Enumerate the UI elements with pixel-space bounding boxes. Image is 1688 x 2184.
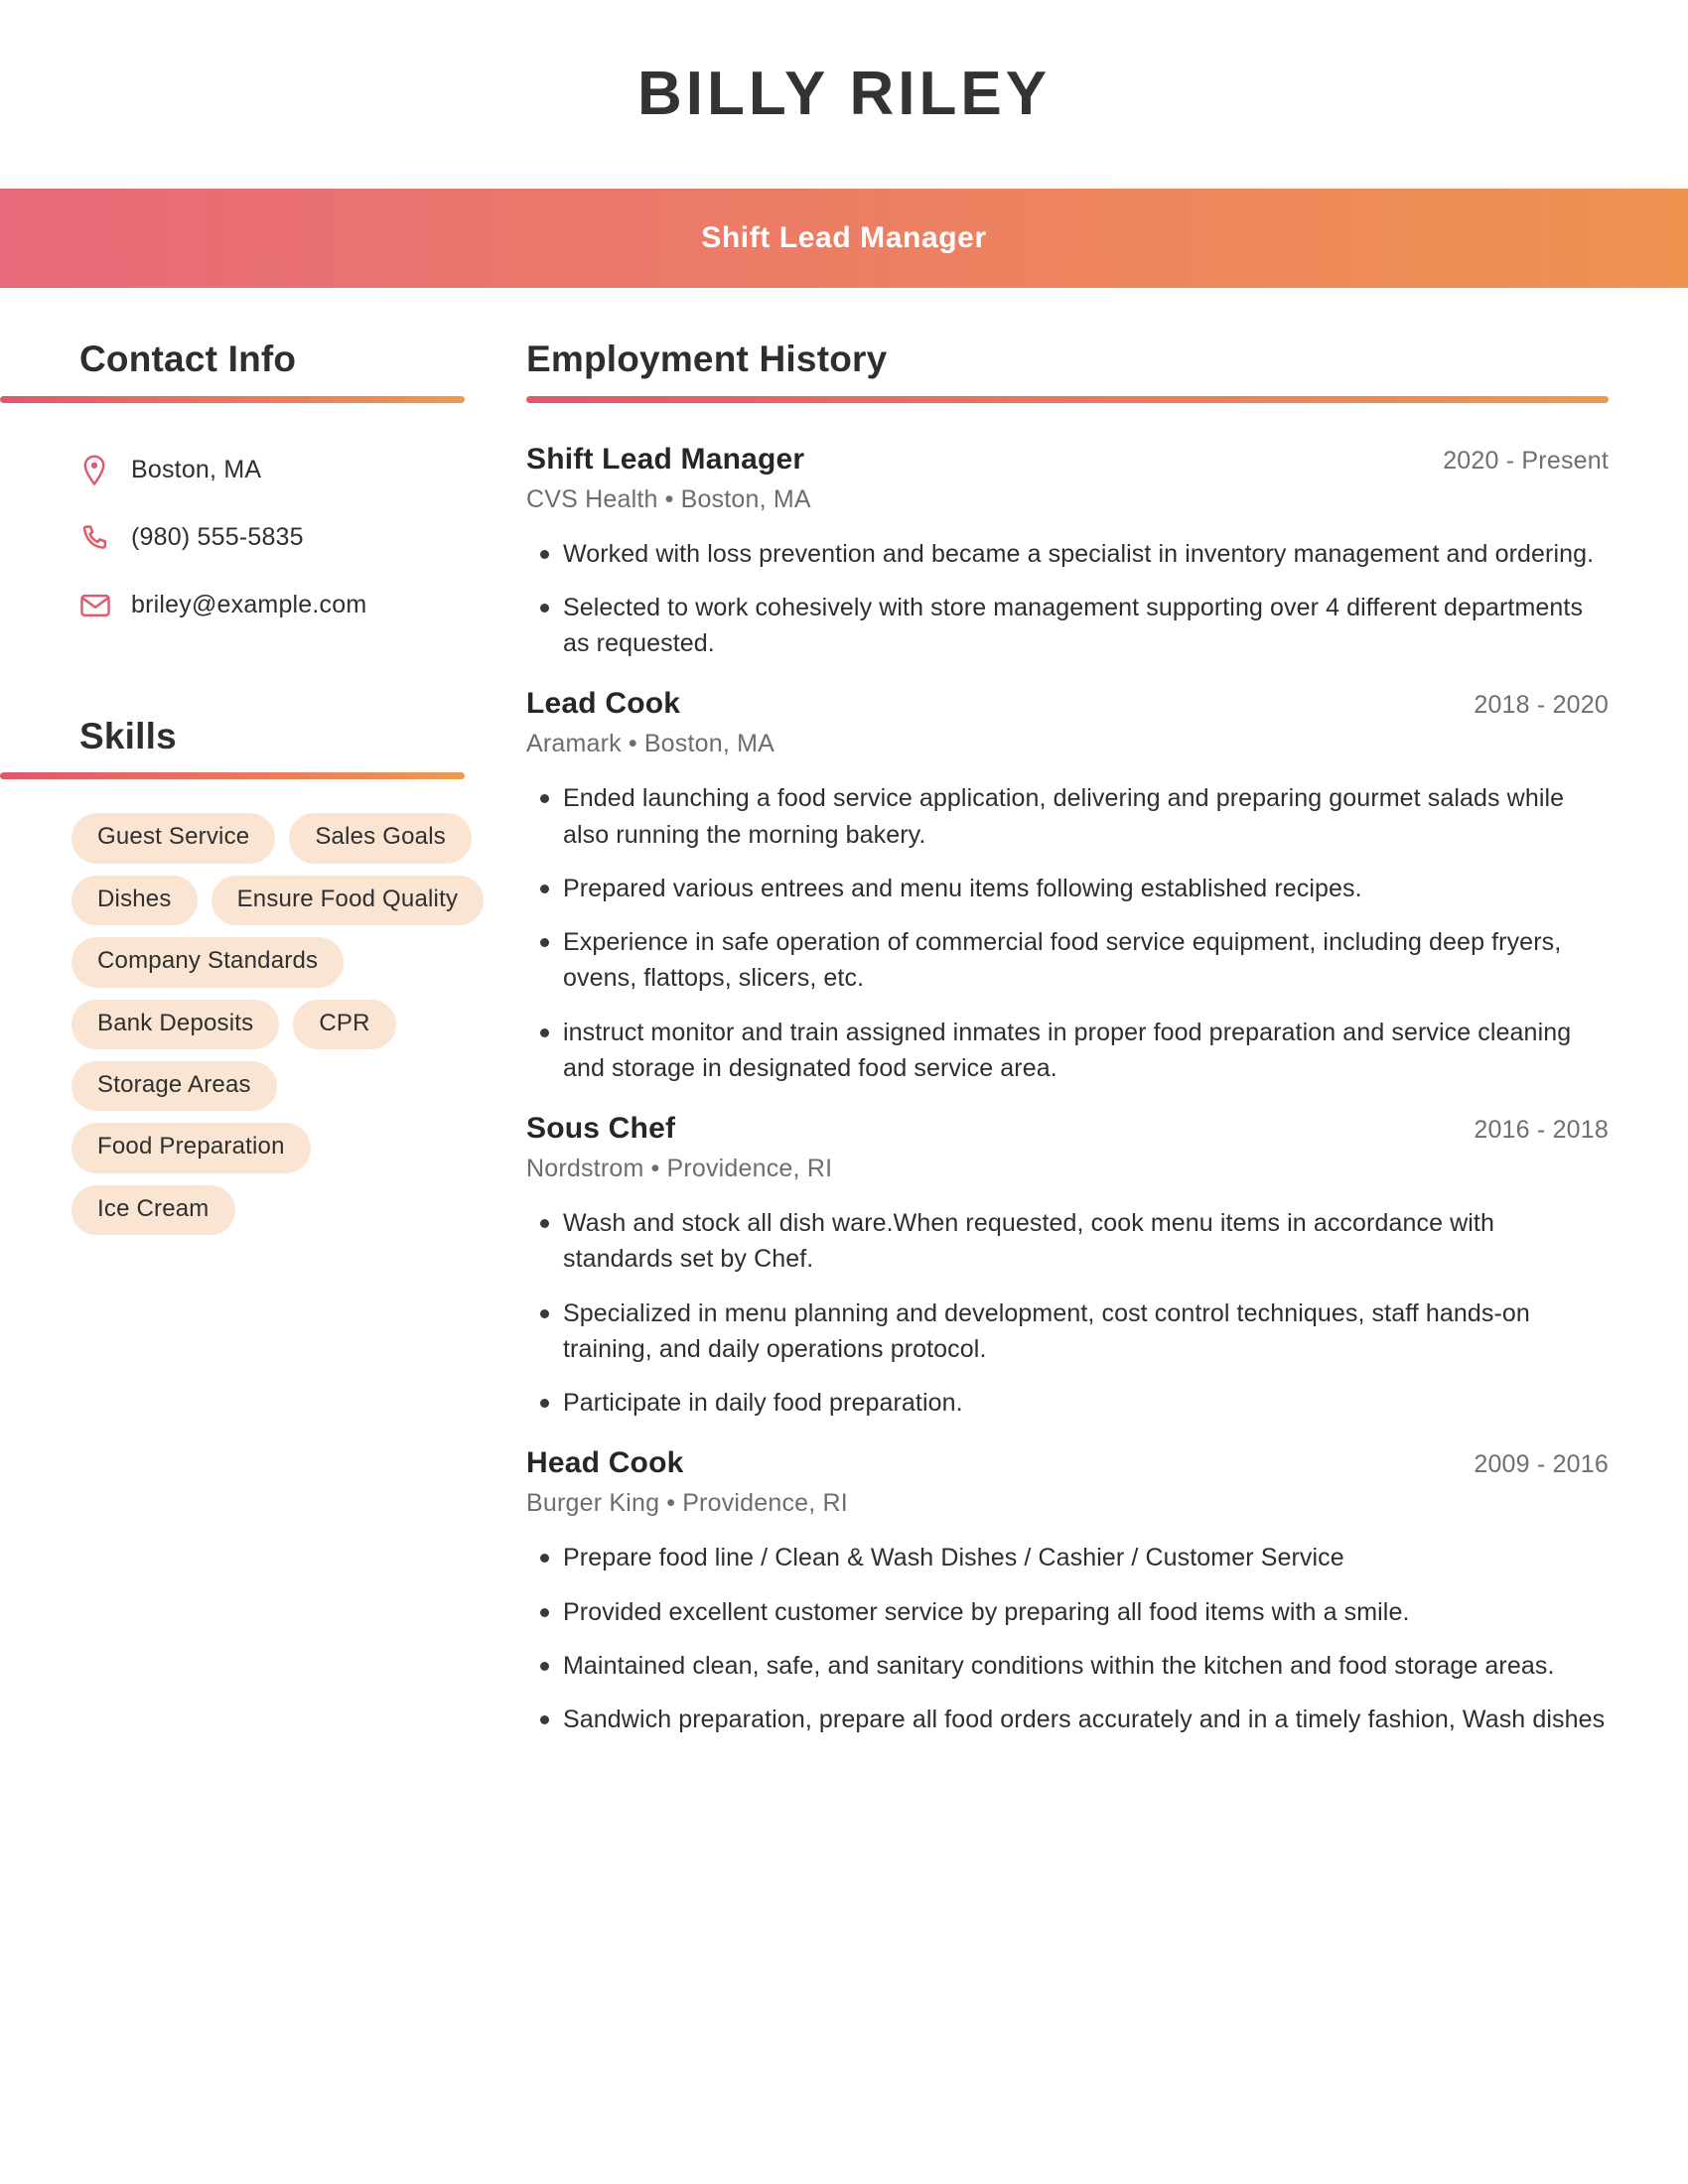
skill-pill: Guest Service [71, 813, 276, 864]
job-company: CVS Health [526, 484, 658, 513]
employment-history-divider [526, 395, 1609, 403]
job-company-location: Nordstrom • Providence, RI [526, 1155, 1609, 1183]
sidebar: Contact Info Boston, MA (980) 555-5835 b… [0, 339, 526, 1236]
skill-pill: Dishes [71, 875, 198, 926]
job-bullet: Participate in daily food preparation. [526, 1385, 1609, 1421]
job-bullet: Sandwich preparation, prepare all food o… [526, 1702, 1609, 1737]
job-role: Lead Cook [526, 687, 681, 721]
skill-pill: Company Standards [71, 937, 345, 988]
job-bullet: instruct monitor and train assigned inma… [526, 1015, 1609, 1087]
skills-section: Skills Guest Service Sales Goals Dishes … [0, 715, 526, 1236]
candidate-job-title: Shift Lead Manager [701, 221, 987, 254]
job-entry: Sous Chef 2016 - 2018 Nordstrom • Providen… [526, 1112, 1609, 1421]
meta-separator: • [628, 730, 637, 758]
contact-email-value: briley@example.com [131, 591, 367, 619]
job-dates: 2016 - 2018 [1474, 1116, 1609, 1145]
job-location: Providence, RI [666, 1155, 833, 1183]
job-bullets: Prepare food line / Clean & Wash Dishes … [526, 1540, 1609, 1737]
job-entry: Shift Lead Manager 2020 - Present CVS He… [526, 443, 1609, 662]
job-bullet: Ended launching a food service applicati… [526, 780, 1609, 853]
resume-header: BILLY RILEY Shift Lead Manager [0, 0, 1688, 288]
resume-page: BILLY RILEY Shift Lead Manager Contact I… [0, 0, 1688, 2184]
job-bullet: Maintained clean, safe, and sanitary con… [526, 1648, 1609, 1684]
skills-heading: Skills [79, 715, 177, 756]
job-entry: Lead Cook 2018 - 2020 Aramark • Boston, MA… [526, 687, 1609, 1086]
job-bullet: Experience in safe operation of commerci… [526, 924, 1609, 997]
resume-body: Contact Info Boston, MA (980) 555-5835 b… [0, 288, 1688, 1755]
skill-pill: Bank Deposits [71, 999, 280, 1049]
job-company: Nordstrom [526, 1155, 644, 1183]
job-company-location: CVS Health • Boston, MA [526, 485, 1609, 514]
name-band: BILLY RILEY [0, 0, 1688, 189]
job-bullets: Ended launching a food service applicati… [526, 780, 1609, 1086]
job-dates: 2020 - Present [1443, 446, 1609, 475]
job-company-location: Aramark • Boston, MA [526, 730, 1609, 758]
contact-info-divider [0, 395, 465, 403]
skills-divider [0, 772, 465, 780]
contact-phone-value: (980) 555-5835 [131, 523, 304, 552]
job-bullet: Selected to work cohesively with store m… [526, 590, 1609, 662]
job-role: Head Cook [526, 1446, 684, 1480]
contact-info-heading: Contact Info [79, 339, 297, 379]
envelope-icon [79, 592, 123, 619]
candidate-name: BILLY RILEY [636, 60, 1052, 128]
job-role: Shift Lead Manager [526, 442, 805, 476]
meta-separator: • [666, 1489, 676, 1518]
skill-pill: Sales Goals [289, 813, 472, 864]
job-bullet: Wash and stock all dish ware.When reques… [526, 1205, 1609, 1278]
job-bullets: Wash and stock all dish ware.When reques… [526, 1205, 1609, 1421]
contact-item-phone: (980) 555-5835 [79, 504, 526, 572]
employment-history-heading: Employment History [526, 339, 888, 379]
skill-pill: CPR [293, 999, 396, 1049]
job-bullet: Specialized in menu planning and develop… [526, 1296, 1609, 1368]
skills-list: Guest Service Sales Goals Dishes Ensure … [0, 813, 526, 1236]
map-pin-icon [79, 454, 123, 487]
employment-history-section: Employment History Shift Lead Manager 20… [526, 339, 1609, 1738]
job-dates: 2009 - 2016 [1474, 1450, 1609, 1479]
skill-pill: Ice Cream [71, 1184, 235, 1236]
job-company: Aramark [526, 730, 622, 758]
contact-item-email: briley@example.com [79, 572, 526, 639]
job-location: Boston, MA [643, 730, 775, 758]
job-dates: 2018 - 2020 [1474, 691, 1609, 720]
job-entry: Head Cook 2009 - 2016 Burger King • Provid… [526, 1446, 1609, 1737]
job-header: Sous Chef 2016 - 2018 [526, 1112, 1609, 1146]
job-header: Head Cook 2009 - 2016 [526, 1446, 1609, 1480]
contact-info-section: Contact Info Boston, MA (980) 555-5835 b… [0, 339, 526, 639]
meta-separator: • [664, 484, 674, 513]
job-header: Shift Lead Manager 2020 - Present [526, 443, 1609, 477]
job-role: Sous Chef [526, 1112, 676, 1146]
contact-location-value: Boston, MA [131, 456, 262, 484]
main-column: Employment History Shift Lead Manager 20… [526, 339, 1688, 1755]
job-location: Boston, MA [680, 484, 811, 513]
job-list: Shift Lead Manager 2020 - Present CVS He… [526, 443, 1609, 1738]
job-header: Lead Cook 2018 - 2020 [526, 687, 1609, 721]
job-company-location: Burger King • Providence, RI [526, 1489, 1609, 1518]
title-band: Shift Lead Manager [0, 189, 1688, 288]
skill-pill: Ensure Food Quality [211, 875, 485, 926]
job-bullets: Worked with loss prevention and became a… [526, 536, 1609, 662]
job-location: Providence, RI [682, 1489, 848, 1518]
job-bullet: Worked with loss prevention and became a… [526, 536, 1609, 572]
job-bullet: Provided excellent customer service by p… [526, 1594, 1609, 1630]
phone-icon [79, 522, 123, 554]
contact-list: Boston, MA (980) 555-5835 briley@example… [0, 437, 526, 639]
job-company: Burger King [526, 1489, 660, 1518]
contact-item-location: Boston, MA [79, 437, 526, 504]
meta-separator: • [650, 1155, 660, 1183]
skill-pill: Food Preparation [71, 1123, 311, 1173]
job-bullet: Prepare food line / Clean & Wash Dishes … [526, 1540, 1609, 1575]
skill-pill: Storage Areas [71, 1060, 277, 1112]
job-bullet: Prepared various entrees and menu items … [526, 871, 1609, 906]
